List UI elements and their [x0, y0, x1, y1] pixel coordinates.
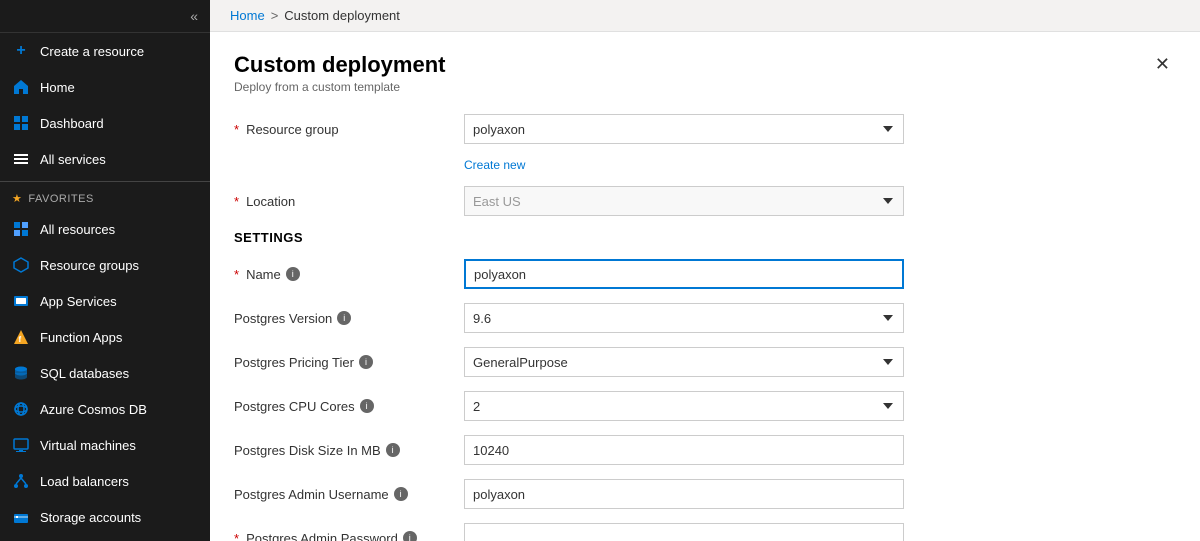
postgres-cpu-select[interactable]: 2 4 8 16 32 64 — [464, 391, 904, 421]
postgres-disk-input[interactable] — [464, 435, 904, 465]
required-indicator: * — [234, 267, 239, 282]
favorites-section-label: ★ FAVORITES — [0, 186, 210, 211]
breadcrumb: Home > Custom deployment — [210, 0, 1200, 32]
sidebar-item-dashboard[interactable]: Dashboard — [0, 105, 210, 141]
list-icon — [12, 150, 30, 168]
postgres-cpu-label: Postgres CPU Cores i — [234, 399, 454, 414]
postgres-admin-pass-input[interactable] — [464, 523, 904, 541]
divider — [0, 181, 210, 182]
postgres-admin-user-label: Postgres Admin Username i — [234, 487, 454, 502]
postgres-admin-pass-label: * Postgres Admin Password i — [234, 531, 454, 541]
svg-text:f: f — [19, 335, 22, 344]
sidebar-item-label: Create a resource — [40, 44, 144, 59]
postgres-pricing-row: Postgres Pricing Tier i Basic GeneralPur… — [234, 347, 1176, 377]
sidebar-item-resource-groups[interactable]: Resource groups — [0, 247, 210, 283]
content-area: Custom deployment Deploy from a custom t… — [210, 32, 1200, 541]
postgres-admin-user-info-icon[interactable]: i — [394, 487, 408, 501]
sidebar-item-storage-accounts[interactable]: Storage accounts — [0, 499, 210, 535]
sidebar-item-label: Azure Cosmos DB — [40, 402, 147, 417]
postgres-pricing-info-icon[interactable]: i — [359, 355, 373, 369]
breadcrumb-separator: > — [271, 8, 279, 23]
postgres-admin-pass-info-icon[interactable]: i — [403, 531, 417, 541]
sidebar-item-label: All services — [40, 152, 106, 167]
postgres-disk-info-icon[interactable]: i — [386, 443, 400, 457]
required-indicator: * — [234, 122, 239, 137]
sidebar-item-app-services[interactable]: App Services — [0, 283, 210, 319]
page-title: Custom deployment — [234, 52, 445, 78]
sidebar-item-label: Function Apps — [40, 330, 122, 345]
page-title-section: Custom deployment Deploy from a custom t… — [234, 52, 445, 94]
close-button[interactable]: ✕ — [1149, 52, 1176, 77]
sidebar-item-virtual-machines[interactable]: Virtual machines — [0, 427, 210, 463]
sql-databases-icon — [12, 364, 30, 382]
postgres-cpu-row: Postgres CPU Cores i 2 4 8 16 32 64 — [234, 391, 1176, 421]
create-new-link[interactable]: Create new — [464, 158, 1176, 172]
page-header: Custom deployment Deploy from a custom t… — [234, 52, 1176, 94]
postgres-admin-user-input[interactable] — [464, 479, 904, 509]
sidebar-item-create-resource[interactable]: + Create a resource — [0, 33, 210, 69]
postgres-pricing-select[interactable]: Basic GeneralPurpose MemoryOptimized — [464, 347, 904, 377]
required-indicator: * — [234, 531, 239, 541]
name-label: * Name i — [234, 267, 454, 282]
sidebar-item-function-apps[interactable]: f Function Apps — [0, 319, 210, 355]
resource-group-label: * Resource group — [234, 122, 454, 137]
postgres-admin-user-row: Postgres Admin Username i — [234, 479, 1176, 509]
sidebar-item-label: Load balancers — [40, 474, 129, 489]
home-icon — [12, 78, 30, 96]
sidebar-item-label: Resource groups — [40, 258, 139, 273]
sidebar-item-virtual-networks[interactable]: Virtual networks — [0, 535, 210, 541]
star-icon: ★ — [12, 192, 22, 205]
postgres-disk-row: Postgres Disk Size In MB i — [234, 435, 1176, 465]
app-services-icon — [12, 292, 30, 310]
sidebar-item-label: Storage accounts — [40, 510, 141, 525]
sidebar-item-label: Virtual machines — [40, 438, 136, 453]
sidebar-item-load-balancers[interactable]: Load balancers — [0, 463, 210, 499]
resource-group-select[interactable]: polyaxon — [464, 114, 904, 144]
sidebar-item-label: App Services — [40, 294, 117, 309]
load-balancers-icon — [12, 472, 30, 490]
sidebar-item-sql-databases[interactable]: SQL databases — [0, 355, 210, 391]
sidebar-item-home[interactable]: Home — [0, 69, 210, 105]
plus-icon: + — [12, 42, 30, 60]
postgres-version-label: Postgres Version i — [234, 311, 454, 326]
name-info-icon[interactable]: i — [286, 267, 300, 281]
storage-accounts-icon — [12, 508, 30, 526]
postgres-version-select[interactable]: 9.6 10 11 — [464, 303, 904, 333]
main-content: Home > Custom deployment Custom deployme… — [210, 0, 1200, 541]
resource-group-row: * Resource group polyaxon — [234, 114, 1176, 144]
sidebar-item-label: SQL databases — [40, 366, 129, 381]
sidebar-item-cosmos-db[interactable]: Azure Cosmos DB — [0, 391, 210, 427]
page-subtitle: Deploy from a custom template — [234, 80, 445, 94]
sidebar-item-label: Home — [40, 80, 75, 95]
postgres-admin-pass-row: * Postgres Admin Password i — [234, 523, 1176, 541]
sidebar-item-label: All resources — [40, 222, 115, 237]
sidebar-top: « — [0, 0, 210, 33]
postgres-cpu-info-icon[interactable]: i — [360, 399, 374, 413]
name-row: * Name i — [234, 259, 1176, 289]
resource-groups-icon — [12, 256, 30, 274]
location-select[interactable]: East US — [464, 186, 904, 216]
name-input[interactable] — [464, 259, 904, 289]
postgres-disk-label: Postgres Disk Size In MB i — [234, 443, 454, 458]
location-row: * Location East US — [234, 186, 1176, 216]
function-apps-icon: f — [12, 328, 30, 346]
required-indicator: * — [234, 194, 239, 209]
postgres-pricing-label: Postgres Pricing Tier i — [234, 355, 454, 370]
postgres-version-info-icon[interactable]: i — [337, 311, 351, 325]
sidebar: « + Create a resource Home Dashboard All… — [0, 0, 210, 541]
settings-header: SETTINGS — [234, 230, 1176, 245]
sidebar-item-all-services[interactable]: All services — [0, 141, 210, 177]
all-resources-icon — [12, 220, 30, 238]
breadcrumb-home-link[interactable]: Home — [230, 8, 265, 23]
collapse-button[interactable]: « — [186, 6, 202, 26]
dashboard-icon — [12, 114, 30, 132]
virtual-machines-icon — [12, 436, 30, 454]
breadcrumb-current: Custom deployment — [284, 8, 400, 23]
cosmos-db-icon — [12, 400, 30, 418]
location-label: * Location — [234, 194, 454, 209]
sidebar-item-all-resources[interactable]: All resources — [0, 211, 210, 247]
sidebar-item-label: Dashboard — [40, 116, 104, 131]
postgres-version-row: Postgres Version i 9.6 10 11 — [234, 303, 1176, 333]
